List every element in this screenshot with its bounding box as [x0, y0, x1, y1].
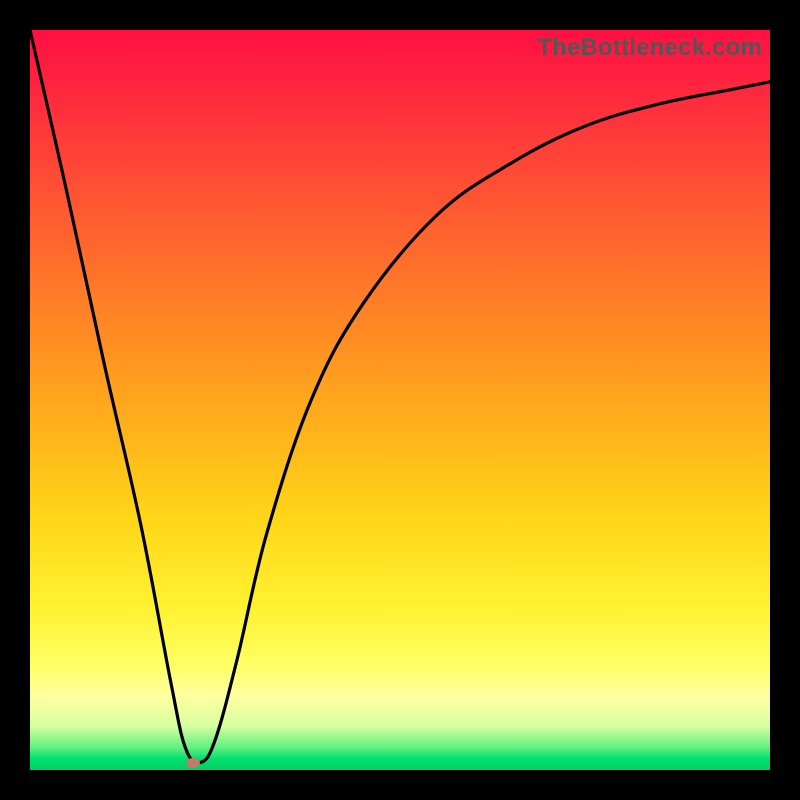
plot-area: TheBottleneck.com	[30, 30, 770, 770]
curve-svg	[30, 30, 770, 770]
chart-frame: TheBottleneck.com	[0, 0, 800, 800]
marker-dot	[186, 758, 200, 768]
series-curve	[30, 30, 770, 763]
